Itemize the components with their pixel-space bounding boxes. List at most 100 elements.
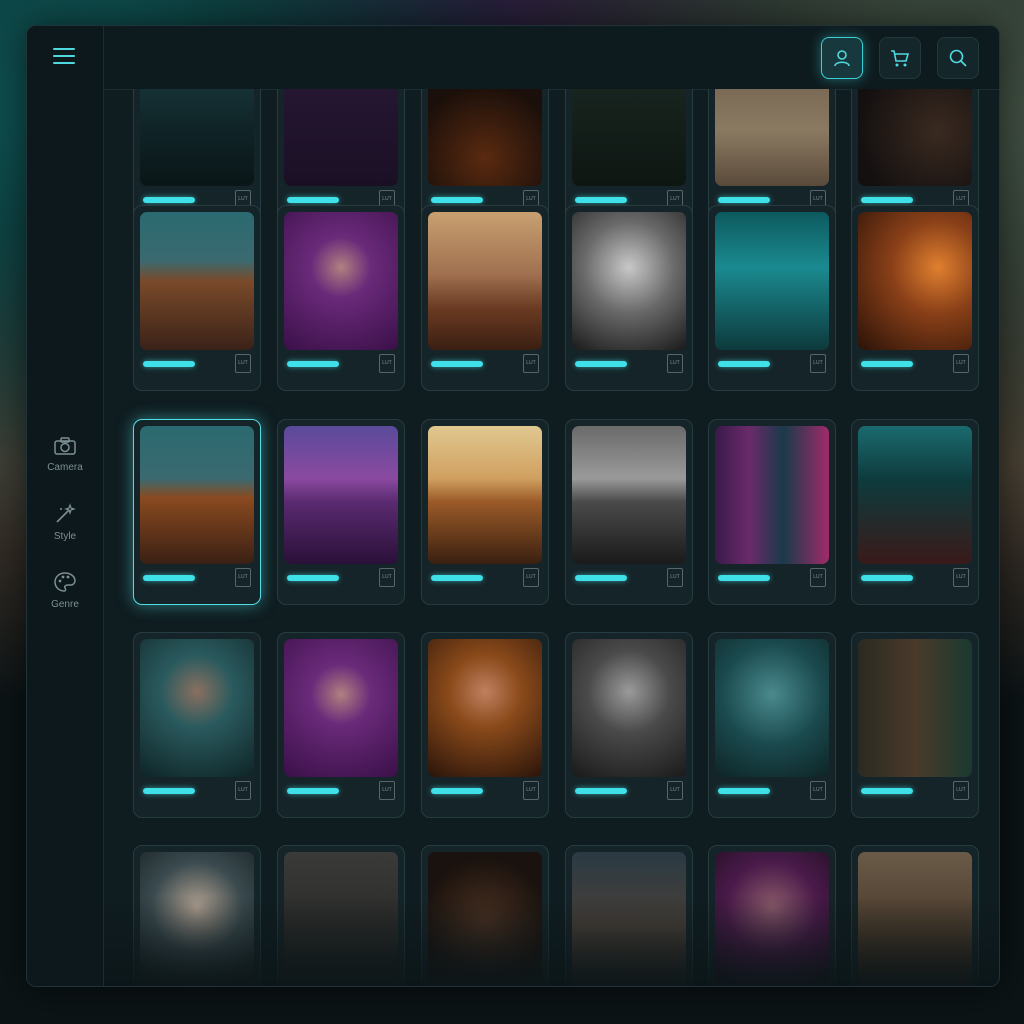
sidebar-item-camera[interactable]: Camera bbox=[27, 436, 103, 473]
lut-card[interactable]: LUT bbox=[851, 845, 979, 986]
search-button[interactable] bbox=[937, 37, 979, 79]
lut-card[interactable]: LUT bbox=[851, 205, 979, 391]
lut-card[interactable]: LUT bbox=[277, 205, 405, 391]
lut-preview-image bbox=[428, 852, 542, 986]
app-window: Camera Style Genre LUT LUT LUT LUT LUT LUT LUT… bbox=[26, 25, 1000, 987]
lut-file-icon[interactable]: LUT bbox=[810, 568, 826, 587]
lut-card[interactable]: LUT bbox=[133, 419, 261, 605]
lut-preview-image bbox=[572, 426, 686, 564]
lut-card[interactable]: LUT bbox=[565, 205, 693, 391]
lut-preview-image bbox=[715, 426, 829, 564]
lut-title-bar bbox=[143, 575, 195, 581]
lut-title-bar bbox=[431, 575, 483, 581]
cart-button[interactable] bbox=[879, 37, 921, 79]
lut-preview-image bbox=[140, 639, 254, 777]
lut-preview-image bbox=[715, 639, 829, 777]
lut-card[interactable]: LUT bbox=[133, 205, 261, 391]
lut-file-icon[interactable]: LUT bbox=[379, 568, 395, 587]
lut-preview-image bbox=[428, 89, 542, 186]
lut-preview-image bbox=[572, 639, 686, 777]
lut-card[interactable]: LUT bbox=[708, 205, 836, 391]
lut-preview-image bbox=[140, 852, 254, 986]
lut-file-icon[interactable]: LUT bbox=[379, 781, 395, 800]
lut-card[interactable]: LUT bbox=[421, 419, 549, 605]
lut-preview-image bbox=[284, 426, 398, 564]
sidebar-item-genre[interactable]: Genre bbox=[27, 571, 103, 610]
sidebar-item-label: Style bbox=[53, 531, 77, 542]
lut-grid: LUT LUT LUT LUT LUT LUT LUT LUT LUT LUT LUT LUT LUT L… bbox=[104, 89, 999, 986]
lut-file-icon[interactable]: LUT bbox=[523, 781, 539, 800]
lut-card[interactable]: LUT bbox=[851, 419, 979, 605]
lut-title-bar bbox=[143, 788, 195, 794]
lut-title-bar bbox=[143, 197, 195, 203]
lut-file-icon[interactable]: LUT bbox=[667, 568, 683, 587]
cart-icon bbox=[891, 50, 910, 67]
lut-card[interactable]: LUT bbox=[708, 845, 836, 986]
lut-file-icon[interactable]: LUT bbox=[810, 781, 826, 800]
lut-card[interactable]: LUT bbox=[565, 419, 693, 605]
lut-file-icon[interactable]: LUT bbox=[953, 354, 969, 373]
palette-icon bbox=[54, 572, 76, 592]
lut-file-icon[interactable]: LUT bbox=[667, 354, 683, 373]
lut-file-icon[interactable]: LUT bbox=[953, 568, 969, 587]
lut-file-icon[interactable]: LUT bbox=[379, 354, 395, 373]
lut-title-bar bbox=[861, 361, 913, 367]
lut-preview-image bbox=[428, 212, 542, 350]
lut-title-bar bbox=[718, 575, 770, 581]
lut-file-icon[interactable]: LUT bbox=[235, 568, 251, 587]
lut-preview-image bbox=[858, 89, 972, 186]
lut-card[interactable]: LUT bbox=[421, 632, 549, 818]
lut-file-icon[interactable]: LUT bbox=[667, 781, 683, 800]
lut-title-bar bbox=[431, 788, 483, 794]
user-icon bbox=[834, 50, 850, 67]
lut-preview-image bbox=[858, 212, 972, 350]
lut-title-bar bbox=[575, 575, 627, 581]
lut-preview-image bbox=[572, 212, 686, 350]
lut-file-icon[interactable]: LUT bbox=[235, 354, 251, 373]
lut-preview-image bbox=[284, 852, 398, 986]
lut-card[interactable]: LUT bbox=[277, 632, 405, 818]
lut-preview-image bbox=[858, 426, 972, 564]
lut-preview-image bbox=[140, 212, 254, 350]
lut-card[interactable]: LUT bbox=[133, 845, 261, 986]
lut-card[interactable]: LUT bbox=[277, 845, 405, 986]
lut-preview-image bbox=[572, 89, 686, 186]
lut-title-bar bbox=[861, 575, 913, 581]
lut-title-bar bbox=[575, 788, 627, 794]
lut-preview-image bbox=[715, 212, 829, 350]
lut-title-bar bbox=[431, 197, 483, 203]
lut-card[interactable]: LUT bbox=[708, 419, 836, 605]
lut-title-bar bbox=[575, 197, 627, 203]
lut-card[interactable]: LUT bbox=[851, 632, 979, 818]
lut-card[interactable]: LUT bbox=[421, 845, 549, 986]
lut-file-icon[interactable]: LUT bbox=[810, 354, 826, 373]
lut-card[interactable]: LUT bbox=[708, 632, 836, 818]
sidebar-item-style[interactable]: Style bbox=[27, 503, 103, 542]
search-icon bbox=[949, 49, 967, 67]
lut-title-bar bbox=[861, 788, 913, 794]
magic-wand-icon bbox=[56, 503, 76, 523]
lut-file-icon[interactable]: LUT bbox=[953, 781, 969, 800]
lut-card[interactable]: LUT bbox=[565, 845, 693, 986]
lut-title-bar bbox=[287, 575, 339, 581]
lut-preview-image bbox=[284, 89, 398, 186]
lut-preview-image bbox=[284, 212, 398, 350]
lut-title-bar bbox=[718, 788, 770, 794]
lut-title-bar bbox=[718, 361, 770, 367]
lut-preview-image bbox=[428, 639, 542, 777]
lut-card[interactable]: LUT bbox=[277, 419, 405, 605]
lut-card[interactable]: LUT bbox=[565, 632, 693, 818]
lut-preview-image bbox=[428, 426, 542, 564]
lut-preview-image bbox=[140, 89, 254, 186]
lut-card[interactable]: LUT bbox=[133, 632, 261, 818]
lut-title-bar bbox=[287, 361, 339, 367]
account-button[interactable] bbox=[821, 37, 863, 79]
hamburger-menu-icon[interactable] bbox=[53, 48, 75, 66]
lut-preview-image bbox=[858, 639, 972, 777]
lut-preview-image bbox=[715, 852, 829, 986]
lut-preview-image bbox=[858, 852, 972, 986]
lut-file-icon[interactable]: LUT bbox=[523, 568, 539, 587]
lut-file-icon[interactable]: LUT bbox=[523, 354, 539, 373]
lut-card[interactable]: LUT bbox=[421, 205, 549, 391]
lut-file-icon[interactable]: LUT bbox=[235, 781, 251, 800]
